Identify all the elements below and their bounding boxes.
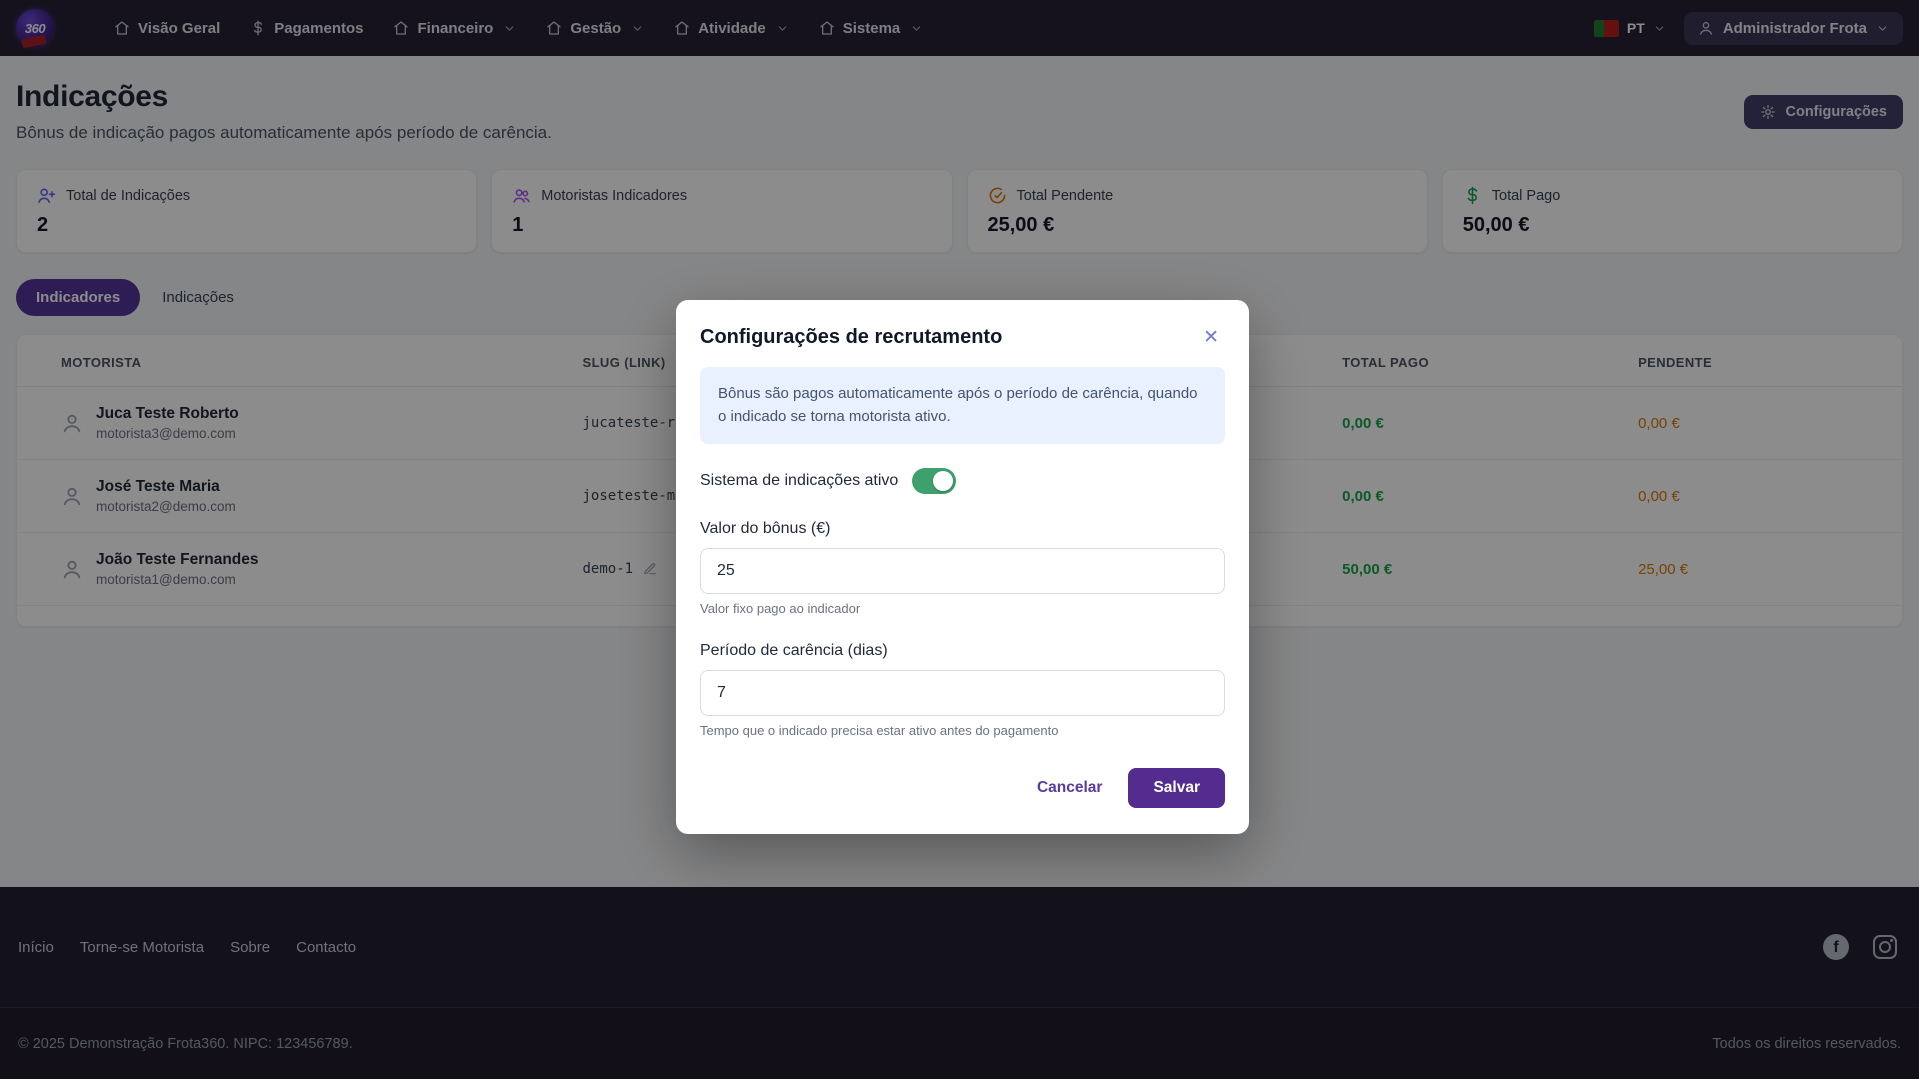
save-button[interactable]: Salvar bbox=[1128, 768, 1225, 808]
recruitment-settings-modal: Configurações de recrutamento ✕ Bônus sã… bbox=[676, 300, 1249, 834]
bonus-input[interactable] bbox=[700, 548, 1225, 594]
modal-title: Configurações de recrutamento bbox=[700, 326, 1002, 349]
bonus-field-label: Valor do bônus (€) bbox=[700, 520, 1225, 538]
cancel-button[interactable]: Cancelar bbox=[1037, 779, 1102, 797]
period-field-label: Período de carência (dias) bbox=[700, 642, 1225, 660]
close-icon[interactable]: ✕ bbox=[1197, 326, 1225, 349]
period-input[interactable] bbox=[700, 670, 1225, 716]
modal-info-text: Bônus são pagos automaticamente após o p… bbox=[700, 367, 1225, 444]
indicacoes-toggle[interactable] bbox=[912, 468, 956, 494]
bonus-help-text: Valor fixo pago ao indicador bbox=[700, 601, 1225, 616]
period-help-text: Tempo que o indicado precisa estar ativo… bbox=[700, 723, 1225, 738]
toggle-knob bbox=[933, 471, 953, 491]
toggle-label: Sistema de indicações ativo bbox=[700, 472, 898, 490]
